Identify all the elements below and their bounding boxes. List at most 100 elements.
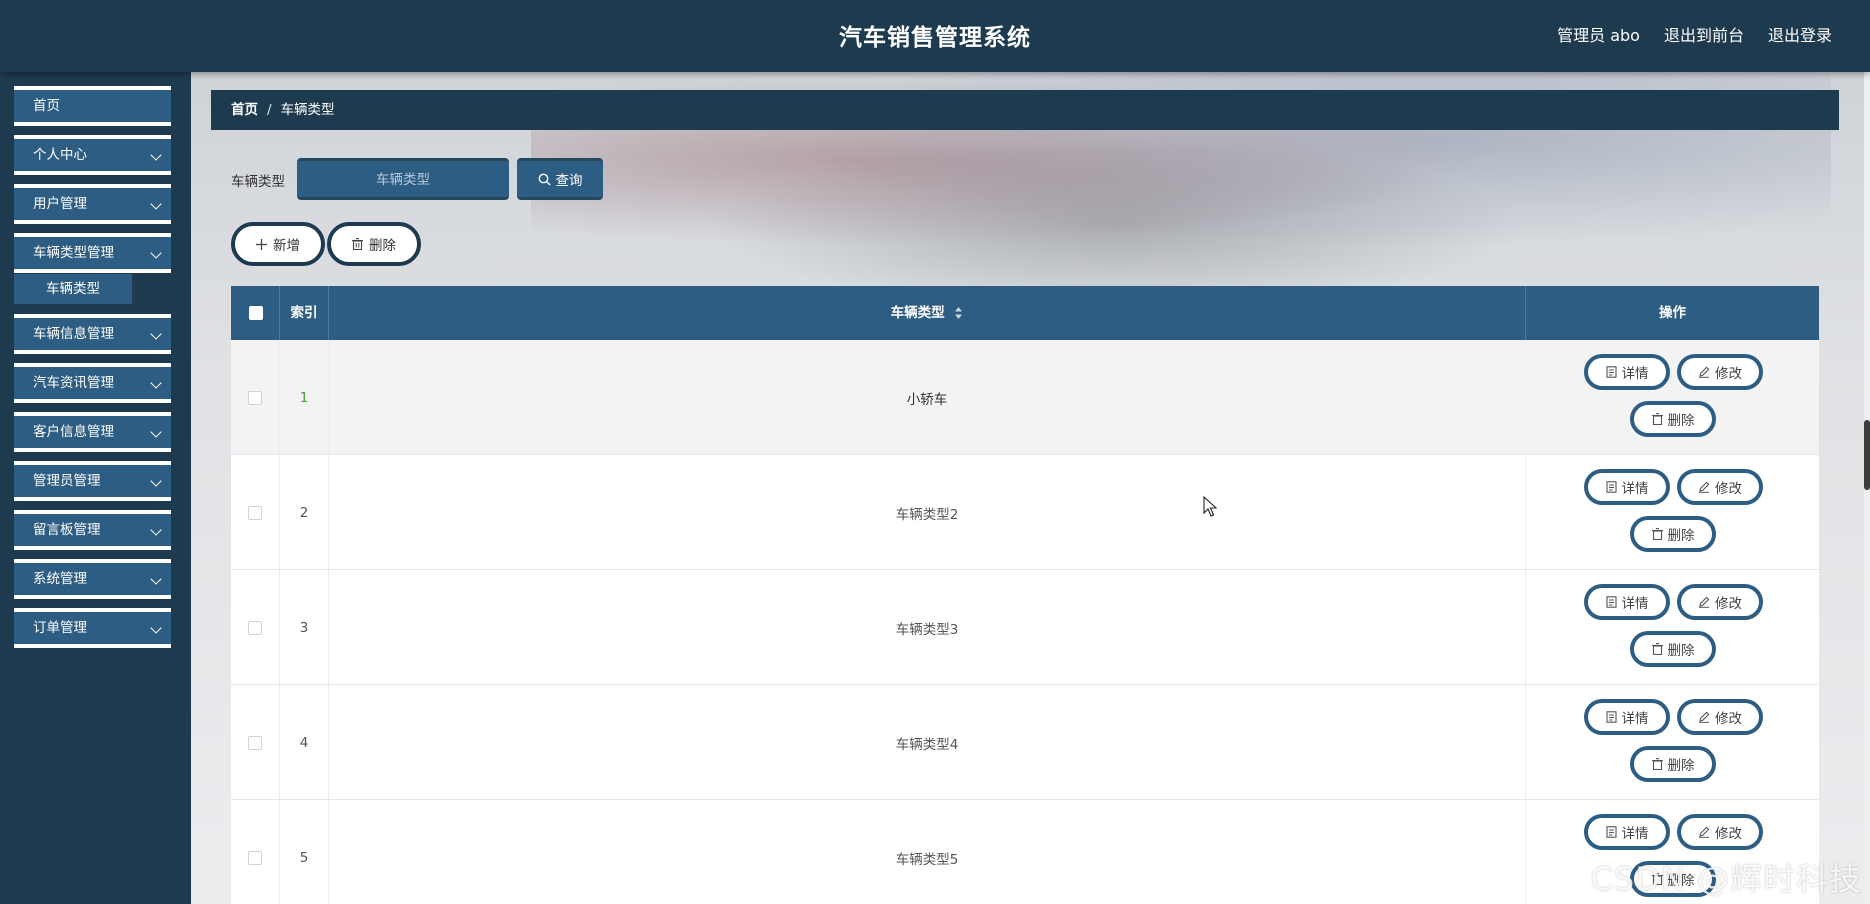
sidebar-item-label: 客户信息管理 <box>33 424 114 440</box>
table-row: 4 车辆类型4 详情 修改 删除 <box>231 685 1819 800</box>
logout-link[interactable]: 退出登录 <box>1768 22 1832 46</box>
chevron-down-icon <box>150 198 162 210</box>
trash-icon <box>1651 413 1663 425</box>
sidebar-item-car-news-management[interactable]: 汽车资讯管理 <box>14 363 171 403</box>
row-index: 2 <box>280 455 329 570</box>
row-actions: 详情 修改 删除 <box>1526 340 1819 455</box>
row-vehicle-type: 小轿车 <box>329 340 1526 455</box>
edit-button-label: 修改 <box>1715 481 1742 497</box>
delete-button[interactable]: 删除 <box>1630 631 1716 667</box>
delete-button[interactable]: 删除 <box>1630 746 1716 782</box>
row-vehicle-type: 车辆类型4 <box>329 685 1526 800</box>
add-button[interactable]: 新增 <box>231 222 325 266</box>
edit-button-label: 修改 <box>1715 711 1742 727</box>
detail-button-label: 详情 <box>1621 826 1649 842</box>
row-checkbox[interactable] <box>248 620 262 635</box>
edit-button[interactable]: 修改 <box>1677 584 1763 620</box>
back-to-front-link[interactable]: 退出到前台 <box>1664 22 1744 46</box>
sort-icon[interactable] <box>954 306 963 320</box>
delete-button[interactable]: 删除 <box>1630 516 1716 552</box>
row-select-cell <box>231 455 280 570</box>
sidebar-item-order-management[interactable]: 订单管理 <box>14 608 171 648</box>
document-icon <box>1605 481 1617 493</box>
table-header: 索引 车辆类型 操作 <box>231 286 1819 340</box>
chevron-down-icon <box>150 524 162 536</box>
chevron-down-icon <box>150 247 162 259</box>
chevron-down-icon <box>150 573 162 585</box>
watermark: CSDN @辉时科技 <box>1590 860 1862 898</box>
edit-button[interactable]: 修改 <box>1677 699 1763 735</box>
breadcrumb-home[interactable]: 首页 <box>231 102 258 118</box>
trash-icon <box>1651 528 1663 540</box>
main-content: 首页 / 车辆类型 车辆类型 查询 新增 删除 索引 车辆类型 操作 1 <box>191 72 1870 904</box>
detail-button[interactable]: 详情 <box>1584 354 1670 390</box>
edit-button[interactable]: 修改 <box>1677 354 1763 390</box>
edit-button[interactable]: 修改 <box>1677 469 1763 505</box>
row-checkbox[interactable] <box>248 390 262 405</box>
header-select-cell <box>231 286 280 340</box>
row-checkbox[interactable] <box>248 850 262 865</box>
edit-button[interactable]: 修改 <box>1677 814 1763 850</box>
pencil-icon <box>1699 481 1710 493</box>
delete-button-label: 删除 <box>1667 413 1695 429</box>
sidebar-item-label: 车辆信息管理 <box>33 326 114 342</box>
sidebar-item-label: 汽车资讯管理 <box>33 375 114 391</box>
sidebar-item-label: 留言板管理 <box>33 522 101 538</box>
trash-icon <box>352 238 363 250</box>
header-vehicle-type[interactable]: 车辆类型 <box>329 286 1526 340</box>
delete-button[interactable]: 删除 <box>1630 401 1716 437</box>
detail-button[interactable]: 详情 <box>1584 584 1670 620</box>
header-actions: 操作 <box>1659 305 1686 321</box>
table-row: 2 车辆类型2 详情 修改 删除 <box>231 455 1819 570</box>
sidebar-item-admin-management[interactable]: 管理员管理 <box>14 461 171 501</box>
batch-delete-button[interactable]: 删除 <box>327 222 421 266</box>
sidebar-item-label: 订单管理 <box>33 620 87 636</box>
row-checkbox[interactable] <box>248 735 262 750</box>
sidebar-item-message-board-management[interactable]: 留言板管理 <box>14 510 171 550</box>
query-button[interactable]: 查询 <box>517 158 603 200</box>
breadcrumb: 首页 / 车辆类型 <box>211 90 1839 130</box>
sidebar-item-vehicle-type-management[interactable]: 车辆类型管理 <box>14 233 171 273</box>
sidebar-subitem-vehicle-type[interactable]: 车辆类型 <box>14 274 132 304</box>
page-scrollbar-thumb[interactable] <box>1864 420 1870 490</box>
chevron-down-icon <box>150 475 162 487</box>
document-icon <box>1605 596 1617 608</box>
chevron-down-icon <box>150 426 162 438</box>
search-input[interactable] <box>297 158 509 200</box>
admin-user-label: 管理员 abo <box>1557 26 1640 45</box>
sidebar-item-home[interactable]: 首页 <box>14 86 171 126</box>
select-all-checkbox[interactable] <box>249 306 263 320</box>
sidebar-item-system-management[interactable]: 系统管理 <box>14 559 171 599</box>
detail-button[interactable]: 详情 <box>1584 469 1670 505</box>
table-row: 3 车辆类型3 详情 修改 删除 <box>231 570 1819 685</box>
chevron-down-icon <box>150 328 162 340</box>
sidebar-item-vehicle-info-management[interactable]: 车辆信息管理 <box>14 314 171 354</box>
row-select-cell <box>231 800 280 904</box>
detail-button[interactable]: 详情 <box>1584 814 1670 850</box>
plus-icon <box>256 238 267 250</box>
trash-icon <box>1651 643 1663 655</box>
document-icon <box>1605 826 1617 838</box>
row-index: 3 <box>280 570 329 685</box>
breadcrumb-current: 车辆类型 <box>280 102 335 118</box>
row-vehicle-type: 车辆类型2 <box>329 455 1526 570</box>
sidebar-item-label: 首页 <box>33 98 60 114</box>
search-icon <box>538 173 550 185</box>
sidebar-item-personal-center[interactable]: 个人中心 <box>14 135 171 175</box>
row-select-cell <box>231 570 280 685</box>
row-index: 4 <box>280 685 329 800</box>
pencil-icon <box>1699 596 1710 608</box>
batch-delete-button-label: 删除 <box>369 238 396 254</box>
breadcrumb-separator: / <box>267 102 272 118</box>
detail-button[interactable]: 详情 <box>1584 699 1670 735</box>
search-label: 车辆类型 <box>231 174 285 190</box>
delete-button-label: 删除 <box>1667 643 1695 659</box>
pencil-icon <box>1699 826 1710 838</box>
sidebar-item-user-management[interactable]: 用户管理 <box>14 184 171 224</box>
sidebar-item-label: 系统管理 <box>33 571 87 587</box>
sidebar-item-customer-info-management[interactable]: 客户信息管理 <box>14 412 171 452</box>
add-button-label: 新增 <box>273 238 300 254</box>
row-vehicle-type: 车辆类型5 <box>329 800 1526 904</box>
row-checkbox[interactable] <box>248 505 262 520</box>
edit-button-label: 修改 <box>1715 596 1742 612</box>
